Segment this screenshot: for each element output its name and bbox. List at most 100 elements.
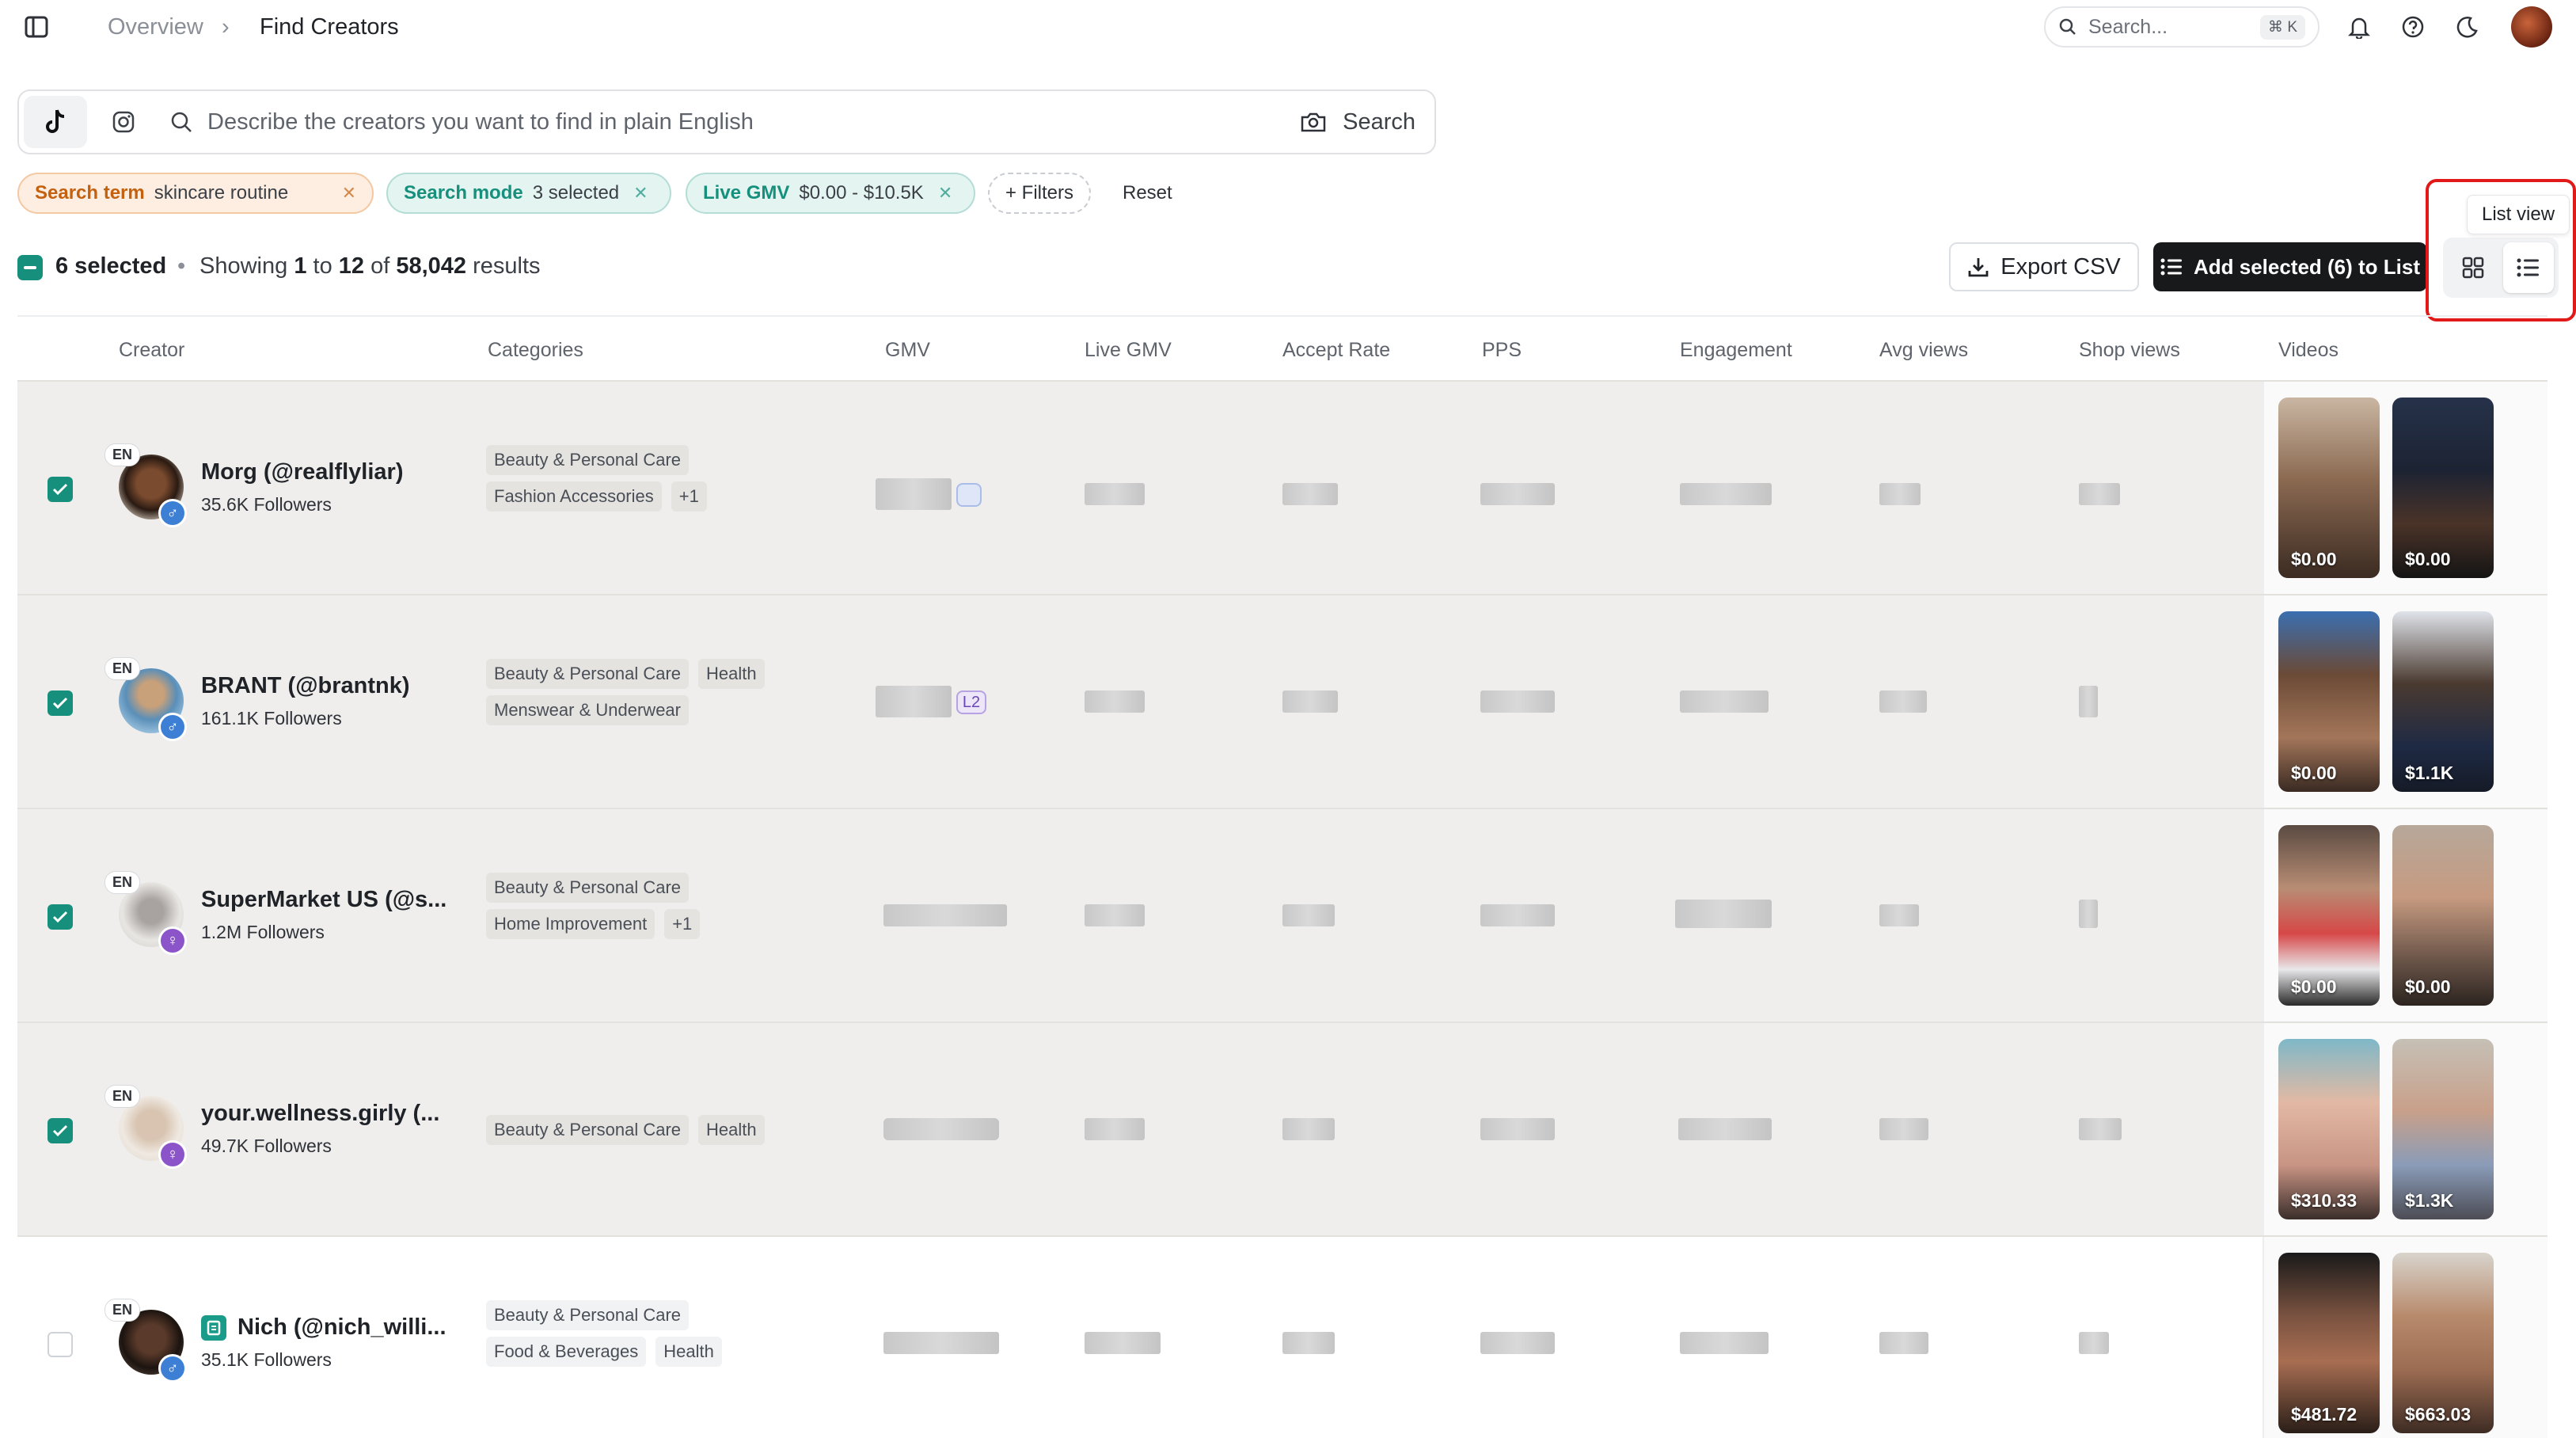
video-thumbnail[interactable]: $1.3K <box>2392 1039 2494 1219</box>
videos-cell: $0.00 $0.00 <box>2263 382 2548 594</box>
gmv-redacted <box>883 1332 999 1354</box>
column-header-categories[interactable]: Categories <box>488 339 583 362</box>
creator-name[interactable]: BRANT (@brantnk) <box>201 673 409 699</box>
global-search-input[interactable]: Search... ⌘ K <box>2044 6 2320 48</box>
help-icon[interactable] <box>2397 11 2429 43</box>
accept-rate-redacted <box>1282 690 1338 713</box>
row-checkbox[interactable] <box>47 477 73 502</box>
column-header-gmv[interactable]: GMV <box>885 339 930 362</box>
category-tag-more[interactable]: +1 <box>671 481 707 512</box>
video-gmv: $1.3K <box>2405 1190 2454 1211</box>
gmv-redacted <box>876 686 952 717</box>
instagram-platform-button[interactable] <box>92 96 155 148</box>
chevron-right-icon: › <box>222 14 230 40</box>
reset-button[interactable]: Reset <box>1123 182 1172 204</box>
table-row[interactable]: EN ♂ BRANT (@brantnk) 161.1K Followers B… <box>17 594 2548 808</box>
follower-count: 35.6K Followers <box>201 494 332 515</box>
video-thumbnail[interactable]: $0.00 <box>2278 825 2380 1006</box>
category-tag: Menswear & Underwear <box>486 695 689 725</box>
shop-views-redacted <box>2079 1332 2109 1354</box>
table-row[interactable]: EN ♂ Morg (@realflyliar) 35.6K Followers… <box>17 380 2548 594</box>
creator-name[interactable]: Nich (@nich_willi... <box>201 1314 446 1341</box>
category-tag: Fashion Accessories <box>486 481 662 512</box>
pps-redacted <box>1480 1332 1555 1354</box>
female-gender-icon: ♀ <box>158 1140 187 1169</box>
table-row[interactable]: EN ♀ SuperMarket US (@s... 1.2M Follower… <box>17 808 2548 1021</box>
follower-count: 1.2M Followers <box>201 922 325 942</box>
column-header-live-gmv[interactable]: Live GMV <box>1085 339 1172 362</box>
avg-views-redacted <box>1879 483 1921 505</box>
filter-chip-live-gmv[interactable]: Live GMV $0.00 - $10.5K ✕ <box>686 173 975 214</box>
pps-redacted <box>1480 904 1555 926</box>
category-tags: Beauty & Personal Care Home Improvement … <box>486 873 866 939</box>
row-checkbox[interactable] <box>47 690 73 716</box>
row-checkbox[interactable] <box>47 1332 73 1357</box>
user-avatar[interactable] <box>2511 6 2552 48</box>
column-header-avg-views[interactable]: Avg views <box>1879 339 1968 362</box>
shop-views-redacted <box>2079 1118 2122 1140</box>
tiktok-platform-button[interactable] <box>24 96 87 148</box>
avg-views-redacted <box>1879 1118 1928 1140</box>
table-row[interactable]: EN ♀ your.wellness.girly (... 49.7K Foll… <box>17 1021 2548 1235</box>
video-thumbnail[interactable]: $663.03 <box>2392 1253 2494 1433</box>
breadcrumb-overview[interactable]: Overview <box>108 13 203 41</box>
add-selected-to-list-button[interactable]: Add selected (6) to List <box>2153 242 2427 291</box>
column-header-pps[interactable]: PPS <box>1482 339 1522 362</box>
column-header-shop-views[interactable]: Shop views <box>2079 339 2180 362</box>
pps-redacted <box>1480 483 1555 505</box>
accept-rate-redacted <box>1282 904 1335 926</box>
camera-icon[interactable] <box>1300 110 1327 134</box>
category-tag-more[interactable]: +1 <box>664 909 701 939</box>
row-checkbox[interactable] <box>47 1118 73 1143</box>
filter-chip-search-mode[interactable]: Search mode 3 selected ✕ <box>386 173 671 214</box>
category-tags: Beauty & Personal Care Health Menswear &… <box>486 659 866 725</box>
videos-cell: $0.00 $1.1K <box>2263 595 2548 808</box>
row-checkbox[interactable] <box>47 904 73 930</box>
category-tag: Beauty & Personal Care <box>486 1300 690 1330</box>
creator-name[interactable]: SuperMarket US (@s... <box>201 887 446 913</box>
videos-cell: $481.72 $663.03 <box>2263 1237 2548 1438</box>
bell-icon[interactable] <box>2343 11 2375 43</box>
video-thumbnail[interactable]: $0.00 <box>2278 398 2380 578</box>
language-badge: EN <box>104 443 141 466</box>
select-all-checkbox[interactable] <box>17 255 43 280</box>
filter-chip-search-term[interactable]: Search term skincare routine ✕ <box>17 173 374 214</box>
column-header-accept-rate[interactable]: Accept Rate <box>1282 339 1390 362</box>
pps-redacted <box>1480 690 1555 713</box>
column-header-videos[interactable]: Videos <box>2278 339 2339 362</box>
live-gmv-redacted <box>1085 1332 1161 1354</box>
creator-name[interactable]: Morg (@realflyliar) <box>201 459 404 485</box>
annotation-highlight-box <box>2426 179 2576 321</box>
video-thumbnail[interactable]: $1.1K <box>2392 611 2494 792</box>
creator-search-input[interactable]: Describe the creators you want to find i… <box>207 109 754 135</box>
close-icon[interactable]: ✕ <box>342 183 356 204</box>
column-header-creator[interactable]: Creator <box>119 339 184 362</box>
dark-mode-moon-icon[interactable] <box>2451 11 2483 43</box>
male-gender-icon: ♂ <box>158 499 187 527</box>
video-thumbnail[interactable]: $0.00 <box>2392 825 2494 1006</box>
add-filters-button[interactable]: + Filters <box>988 173 1091 214</box>
video-thumbnail[interactable]: $481.72 <box>2278 1253 2380 1433</box>
column-header-engagement[interactable]: Engagement <box>1680 339 1792 362</box>
filter-key: Search term <box>35 182 145 204</box>
avg-views-redacted <box>1879 1332 1928 1354</box>
video-gmv: $481.72 <box>2291 1404 2358 1425</box>
gmv-redacted <box>883 1118 999 1140</box>
creator-name[interactable]: your.wellness.girly (... <box>201 1101 439 1127</box>
video-thumbnail[interactable]: $310.33 <box>2278 1039 2380 1219</box>
sidebar-toggle-icon[interactable] <box>21 11 52 43</box>
video-gmv: $0.00 <box>2291 976 2337 997</box>
video-gmv: $0.00 <box>2405 976 2451 997</box>
engagement-redacted <box>1675 900 1772 928</box>
close-icon[interactable]: ✕ <box>938 183 952 204</box>
export-csv-button[interactable]: Export CSV <box>1949 242 2139 291</box>
creators-table: Creator Categories GMV Live GMV Accept R… <box>17 315 2548 1438</box>
search-button[interactable]: Search <box>1343 109 1415 135</box>
category-tag: Health <box>698 659 765 689</box>
close-icon[interactable]: ✕ <box>633 183 648 204</box>
video-gmv: $0.00 <box>2291 763 2337 783</box>
table-row[interactable]: EN ♂ Nich (@nich_willi... 35.1K Follower… <box>17 1235 2548 1438</box>
creator-search-bar: Describe the creators you want to find i… <box>17 89 1436 154</box>
video-thumbnail[interactable]: $0.00 <box>2278 611 2380 792</box>
video-thumbnail[interactable]: $0.00 <box>2392 398 2494 578</box>
